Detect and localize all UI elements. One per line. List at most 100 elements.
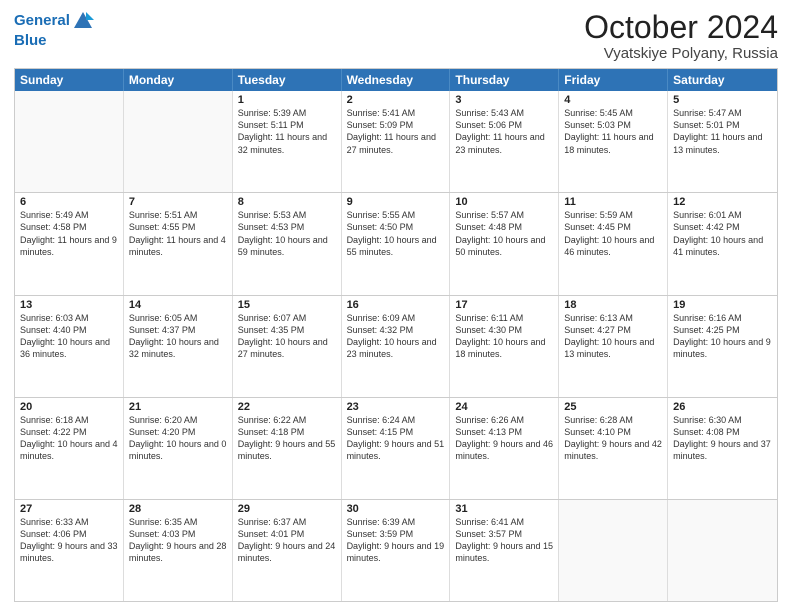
day-number: 23: [347, 401, 445, 413]
cal-cell-2-4: 17 Sunrise: 6:11 AMSunset: 4:30 PMDaylig…: [450, 296, 559, 397]
cal-cell-4-5: [559, 500, 668, 601]
day-number: 2: [347, 94, 445, 106]
day-number: 6: [20, 196, 118, 208]
cal-cell-3-5: 25 Sunrise: 6:28 AMSunset: 4:10 PMDaylig…: [559, 398, 668, 499]
logo-text2: Blue: [14, 32, 94, 49]
cal-cell-2-2: 15 Sunrise: 6:07 AMSunset: 4:35 PMDaylig…: [233, 296, 342, 397]
day-number: 18: [564, 299, 662, 311]
cal-cell-4-4: 31 Sunrise: 6:41 AMSunset: 3:57 PMDaylig…: [450, 500, 559, 601]
day-number: 7: [129, 196, 227, 208]
cell-text: Sunrise: 5:43 AMSunset: 5:06 PMDaylight:…: [455, 107, 553, 156]
day-number: 8: [238, 196, 336, 208]
day-number: 12: [673, 196, 772, 208]
cal-cell-2-0: 13 Sunrise: 6:03 AMSunset: 4:40 PMDaylig…: [15, 296, 124, 397]
cal-cell-4-3: 30 Sunrise: 6:39 AMSunset: 3:59 PMDaylig…: [342, 500, 451, 601]
cal-cell-2-6: 19 Sunrise: 6:16 AMSunset: 4:25 PMDaylig…: [668, 296, 777, 397]
cell-text: Sunrise: 6:13 AMSunset: 4:27 PMDaylight:…: [564, 312, 662, 361]
cell-text: Sunrise: 6:30 AMSunset: 4:08 PMDaylight:…: [673, 414, 772, 463]
day-number: 4: [564, 94, 662, 106]
cal-row-1: 1 Sunrise: 5:39 AMSunset: 5:11 PMDayligh…: [15, 91, 777, 192]
header-saturday: Saturday: [668, 69, 777, 91]
logo-text: General: [14, 12, 70, 29]
cal-cell-0-3: 2 Sunrise: 5:41 AMSunset: 5:09 PMDayligh…: [342, 91, 451, 192]
day-number: 16: [347, 299, 445, 311]
day-number: 21: [129, 401, 227, 413]
title-location: Vyatskiye Polyany, Russia: [584, 45, 778, 62]
cal-cell-4-1: 28 Sunrise: 6:35 AMSunset: 4:03 PMDaylig…: [124, 500, 233, 601]
day-number: 26: [673, 401, 772, 413]
cal-cell-3-6: 26 Sunrise: 6:30 AMSunset: 4:08 PMDaylig…: [668, 398, 777, 499]
calendar-body: 1 Sunrise: 5:39 AMSunset: 5:11 PMDayligh…: [15, 91, 777, 601]
cell-text: Sunrise: 5:59 AMSunset: 4:45 PMDaylight:…: [564, 209, 662, 258]
cell-text: Sunrise: 5:49 AMSunset: 4:58 PMDaylight:…: [20, 209, 118, 258]
header-monday: Monday: [124, 69, 233, 91]
day-number: 9: [347, 196, 445, 208]
cell-text: Sunrise: 6:01 AMSunset: 4:42 PMDaylight:…: [673, 209, 772, 258]
cal-cell-1-3: 9 Sunrise: 5:55 AMSunset: 4:50 PMDayligh…: [342, 193, 451, 294]
day-number: 24: [455, 401, 553, 413]
header-sunday: Sunday: [15, 69, 124, 91]
cell-text: Sunrise: 5:53 AMSunset: 4:53 PMDaylight:…: [238, 209, 336, 258]
cell-text: Sunrise: 6:41 AMSunset: 3:57 PMDaylight:…: [455, 516, 553, 565]
cell-text: Sunrise: 6:22 AMSunset: 4:18 PMDaylight:…: [238, 414, 336, 463]
cal-cell-2-5: 18 Sunrise: 6:13 AMSunset: 4:27 PMDaylig…: [559, 296, 668, 397]
cell-text: Sunrise: 5:51 AMSunset: 4:55 PMDaylight:…: [129, 209, 227, 258]
cal-cell-0-6: 5 Sunrise: 5:47 AMSunset: 5:01 PMDayligh…: [668, 91, 777, 192]
cal-cell-1-0: 6 Sunrise: 5:49 AMSunset: 4:58 PMDayligh…: [15, 193, 124, 294]
cal-cell-1-5: 11 Sunrise: 5:59 AMSunset: 4:45 PMDaylig…: [559, 193, 668, 294]
cal-row-5: 27 Sunrise: 6:33 AMSunset: 4:06 PMDaylig…: [15, 499, 777, 601]
cell-text: Sunrise: 5:39 AMSunset: 5:11 PMDaylight:…: [238, 107, 336, 156]
cal-cell-3-4: 24 Sunrise: 6:26 AMSunset: 4:13 PMDaylig…: [450, 398, 559, 499]
day-number: 11: [564, 196, 662, 208]
day-number: 27: [20, 503, 118, 515]
cell-text: Sunrise: 6:35 AMSunset: 4:03 PMDaylight:…: [129, 516, 227, 565]
cal-cell-1-1: 7 Sunrise: 5:51 AMSunset: 4:55 PMDayligh…: [124, 193, 233, 294]
cal-row-2: 6 Sunrise: 5:49 AMSunset: 4:58 PMDayligh…: [15, 192, 777, 294]
cell-text: Sunrise: 5:55 AMSunset: 4:50 PMDaylight:…: [347, 209, 445, 258]
day-number: 3: [455, 94, 553, 106]
day-number: 25: [564, 401, 662, 413]
cal-cell-1-4: 10 Sunrise: 5:57 AMSunset: 4:48 PMDaylig…: [450, 193, 559, 294]
cell-text: Sunrise: 5:47 AMSunset: 5:01 PMDaylight:…: [673, 107, 772, 156]
header-tuesday: Tuesday: [233, 69, 342, 91]
cell-text: Sunrise: 6:26 AMSunset: 4:13 PMDaylight:…: [455, 414, 553, 463]
day-number: 5: [673, 94, 772, 106]
page: General Blue October 2024 Vyatskiye Poly…: [0, 0, 792, 612]
cal-cell-4-0: 27 Sunrise: 6:33 AMSunset: 4:06 PMDaylig…: [15, 500, 124, 601]
cell-text: Sunrise: 6:37 AMSunset: 4:01 PMDaylight:…: [238, 516, 336, 565]
day-number: 19: [673, 299, 772, 311]
cal-row-3: 13 Sunrise: 6:03 AMSunset: 4:40 PMDaylig…: [15, 295, 777, 397]
cal-cell-2-3: 16 Sunrise: 6:09 AMSunset: 4:32 PMDaylig…: [342, 296, 451, 397]
cal-cell-0-2: 1 Sunrise: 5:39 AMSunset: 5:11 PMDayligh…: [233, 91, 342, 192]
day-number: 1: [238, 94, 336, 106]
header-friday: Friday: [559, 69, 668, 91]
day-number: 17: [455, 299, 553, 311]
cal-cell-3-1: 21 Sunrise: 6:20 AMSunset: 4:20 PMDaylig…: [124, 398, 233, 499]
logo: General Blue: [14, 10, 94, 49]
day-number: 15: [238, 299, 336, 311]
cell-text: Sunrise: 6:18 AMSunset: 4:22 PMDaylight:…: [20, 414, 118, 463]
title-month: October 2024: [584, 10, 778, 45]
cell-text: Sunrise: 5:45 AMSunset: 5:03 PMDaylight:…: [564, 107, 662, 156]
cal-cell-1-6: 12 Sunrise: 6:01 AMSunset: 4:42 PMDaylig…: [668, 193, 777, 294]
cell-text: Sunrise: 6:05 AMSunset: 4:37 PMDaylight:…: [129, 312, 227, 361]
cal-cell-3-0: 20 Sunrise: 6:18 AMSunset: 4:22 PMDaylig…: [15, 398, 124, 499]
day-number: 14: [129, 299, 227, 311]
day-number: 31: [455, 503, 553, 515]
cal-cell-3-2: 22 Sunrise: 6:22 AMSunset: 4:18 PMDaylig…: [233, 398, 342, 499]
day-number: 30: [347, 503, 445, 515]
day-number: 29: [238, 503, 336, 515]
calendar-header: Sunday Monday Tuesday Wednesday Thursday…: [15, 69, 777, 91]
day-number: 28: [129, 503, 227, 515]
cal-cell-3-3: 23 Sunrise: 6:24 AMSunset: 4:15 PMDaylig…: [342, 398, 451, 499]
cal-cell-1-2: 8 Sunrise: 5:53 AMSunset: 4:53 PMDayligh…: [233, 193, 342, 294]
cell-text: Sunrise: 5:57 AMSunset: 4:48 PMDaylight:…: [455, 209, 553, 258]
cell-text: Sunrise: 6:03 AMSunset: 4:40 PMDaylight:…: [20, 312, 118, 361]
cal-cell-4-2: 29 Sunrise: 6:37 AMSunset: 4:01 PMDaylig…: [233, 500, 342, 601]
cell-text: Sunrise: 6:33 AMSunset: 4:06 PMDaylight:…: [20, 516, 118, 565]
cell-text: Sunrise: 6:28 AMSunset: 4:10 PMDaylight:…: [564, 414, 662, 463]
cal-row-4: 20 Sunrise: 6:18 AMSunset: 4:22 PMDaylig…: [15, 397, 777, 499]
cal-cell-0-1: [124, 91, 233, 192]
header-wednesday: Wednesday: [342, 69, 451, 91]
day-number: 20: [20, 401, 118, 413]
